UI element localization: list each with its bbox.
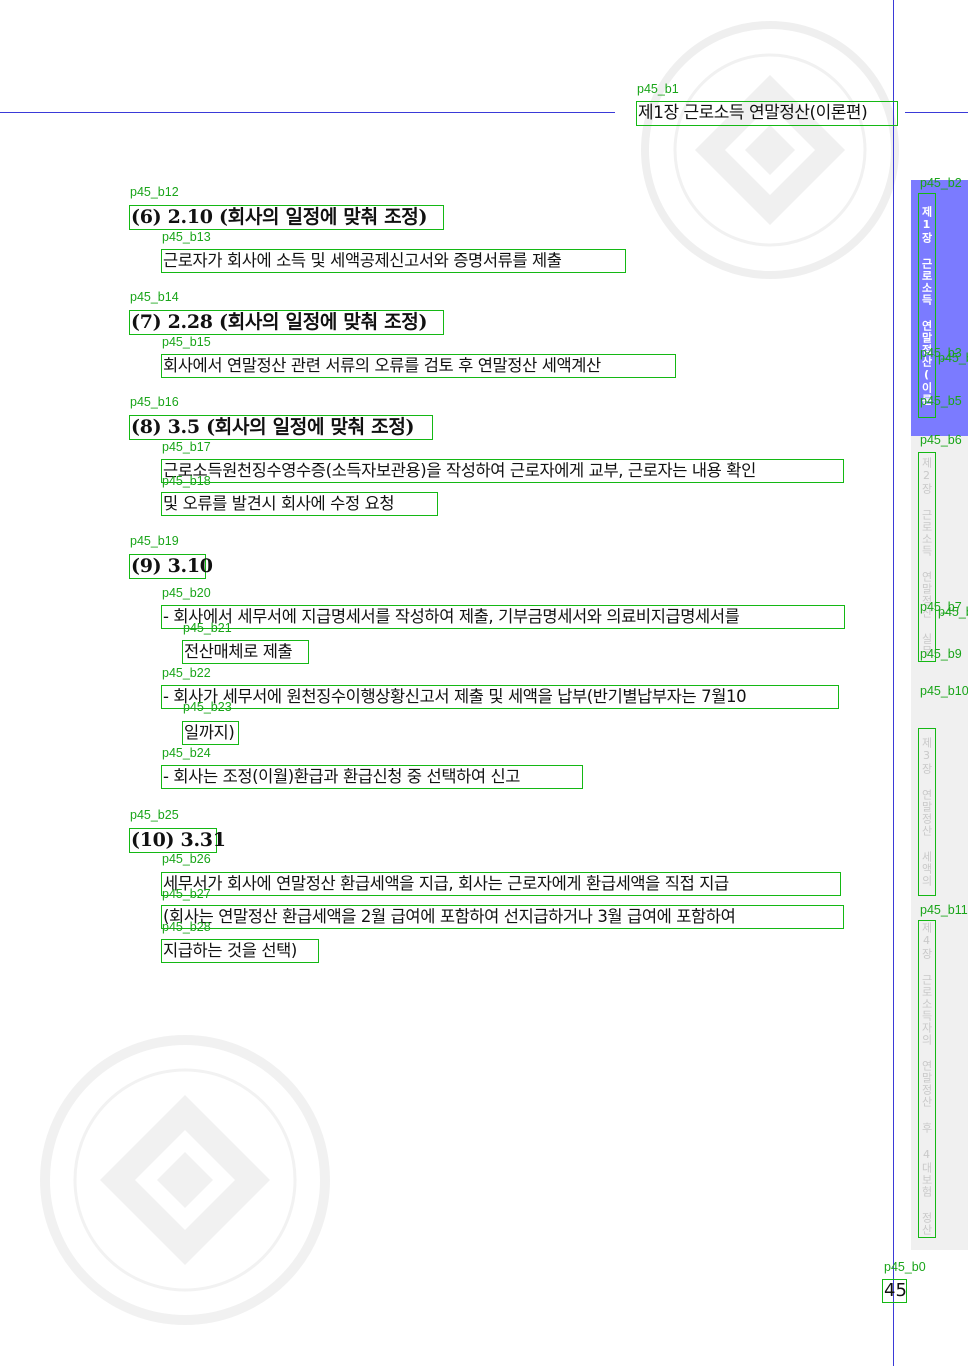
body-text: 근로자가 회사에 소득 및 세액공제신고서와 증명서류를 제출 bbox=[161, 249, 626, 273]
body-text: 세무서가 회사에 연말정산 환급세액을 지급, 회사는 근로자에게 환급세액을 … bbox=[161, 872, 841, 896]
block-label: p45_b13 bbox=[162, 230, 211, 244]
block-label: p45_b26 bbox=[162, 852, 211, 866]
chapter-title: 제1장 근로소득 연말정산(이론편) bbox=[636, 101, 898, 126]
block-label: p45_b18 bbox=[162, 474, 211, 488]
side-tab-chapter-1[interactable]: 제1장 근로소득 연말정산(이론편) bbox=[918, 193, 936, 418]
side-tab-chapter-3[interactable]: 제3장 연말정산 세액의 계산 bbox=[918, 728, 936, 896]
bullet-text: 일까지) bbox=[182, 721, 239, 745]
watermark-seal-bottom bbox=[40, 1035, 330, 1325]
body-text: 및 오류를 발견시 회사에 수정 요청 bbox=[161, 492, 438, 516]
body-text: 회사에서 연말정산 관련 서류의 오류를 검토 후 연말정산 세액계산 bbox=[161, 354, 676, 378]
bullet-text: 전산매체로 제출 bbox=[182, 640, 309, 664]
section-heading: (9) 3.10 bbox=[129, 554, 213, 579]
bullet-text: - 회사는 조정(이월)환급과 환급신청 중 선택하여 신고 bbox=[161, 765, 583, 789]
block-label: p45_b6 bbox=[920, 433, 962, 447]
block-label: p45_b12 bbox=[130, 185, 179, 199]
block-label: p45_b28 bbox=[162, 920, 211, 934]
section-heading: (10) 3.31 bbox=[129, 828, 226, 853]
block-label: p45_b19 bbox=[130, 534, 179, 548]
block-label: p45_b1 bbox=[637, 82, 679, 96]
block-label: p45_b15 bbox=[162, 335, 211, 349]
block-label: p45_b23 bbox=[183, 700, 232, 714]
header-rule-left bbox=[0, 112, 615, 113]
bullet-text: - 회사가 세무서에 원천징수이행상황신고서 제출 및 세액을 납부(반기별납부… bbox=[161, 685, 839, 709]
section-heading: (8) 3.5 (회사의 일정에 맞춰 조정) bbox=[129, 415, 433, 440]
block-label: p45_b0 bbox=[884, 1260, 926, 1274]
block-label: p45_b9 bbox=[920, 647, 962, 661]
block-label: p45_b17 bbox=[162, 440, 211, 454]
side-tab-chapter-4[interactable]: 제4장 근로소득자의 연말정산 후 4대보험 정산 bbox=[918, 920, 936, 1238]
body-text: 지급하는 것을 선택) bbox=[161, 939, 319, 963]
body-text: 근로소득원천징수영수증(소득자보관용)을 작성하여 근로자에게 교부, 근로자는… bbox=[161, 459, 844, 483]
section-heading: (6) 2.10 (회사의 일정에 맞춰 조정) bbox=[129, 205, 444, 230]
block-label: p45_b24 bbox=[162, 746, 211, 760]
bullet-text: - 회사에서 세무서에 지급명세서를 작성하여 제출, 기부금명세서와 의료비지… bbox=[161, 605, 845, 629]
block-label: p45_b10 bbox=[920, 684, 968, 698]
block-label: p45_b4 bbox=[938, 351, 968, 365]
header-rule-right bbox=[905, 112, 968, 113]
side-tab-chapter-2[interactable]: 제2장 근로소득 연말정산 실무 bbox=[918, 452, 936, 662]
block-label: p45_b22 bbox=[162, 666, 211, 680]
section-heading: (7) 2.28 (회사의 일정에 맞춰 조정) bbox=[129, 310, 444, 335]
block-label: p45_b16 bbox=[130, 395, 179, 409]
block-label: p45_b14 bbox=[130, 290, 179, 304]
body-text: (회사는 연말정산 환급세액을 2월 급여에 포함하여 선지급하거나 3월 급여… bbox=[161, 905, 844, 929]
block-label: p45_b11 bbox=[920, 903, 968, 917]
block-label: p45_b27 bbox=[162, 887, 211, 901]
block-label: p45_b5 bbox=[920, 394, 962, 408]
watermark-seal-top bbox=[641, 21, 899, 279]
block-label: p45_b2 bbox=[920, 176, 962, 190]
page-number: 45 bbox=[882, 1279, 907, 1303]
block-label: p45_b8 bbox=[938, 605, 968, 619]
block-label: p45_b20 bbox=[162, 586, 211, 600]
margin-rule bbox=[893, 0, 894, 1366]
block-label: p45_b25 bbox=[130, 808, 179, 822]
block-label: p45_b21 bbox=[183, 621, 232, 635]
